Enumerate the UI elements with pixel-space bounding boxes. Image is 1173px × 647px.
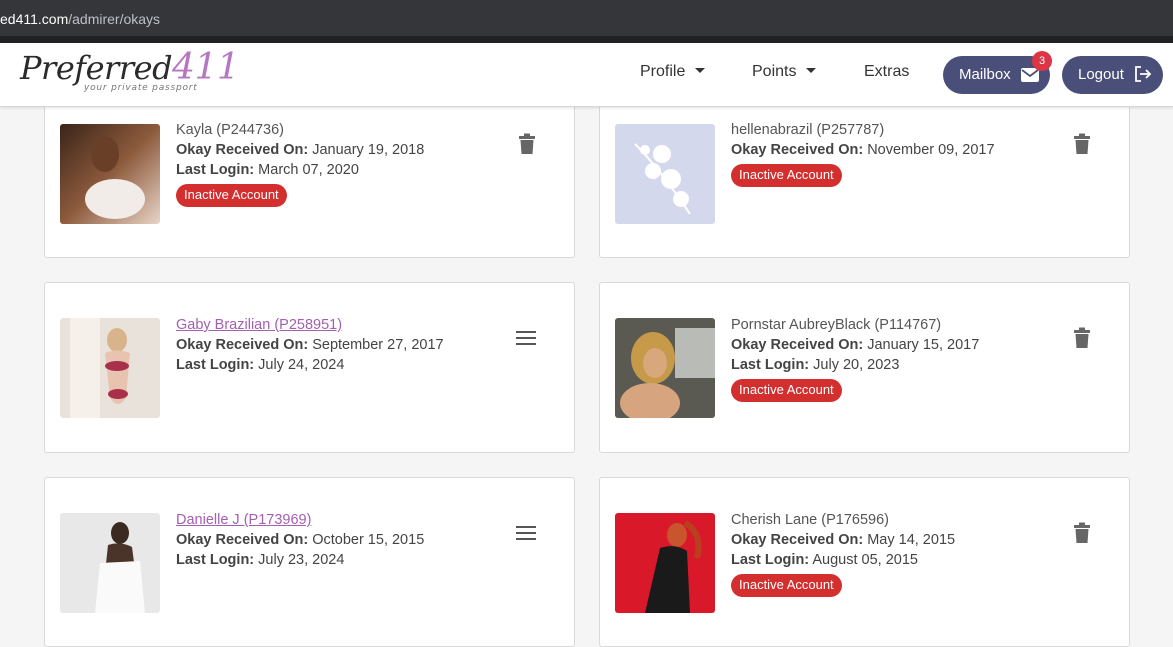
photo-placeholder <box>60 318 160 418</box>
last-login-date: August 05, 2015 <box>812 552 918 568</box>
okay-card: Pornstar AubreyBlack (P114767) Okay Rece… <box>599 282 1130 453</box>
last-login-row: Last Login: July 20, 2023 <box>731 355 979 375</box>
okay-received-row: Okay Received On: May 14, 2015 <box>731 530 955 550</box>
photo-placeholder <box>60 513 160 613</box>
okay-received-date: November 09, 2017 <box>867 142 995 158</box>
profile-menu-label: Profile <box>640 63 686 80</box>
flower-placeholder-icon <box>615 124 715 224</box>
logout-icon <box>1135 66 1152 82</box>
member-name: Pornstar AubreyBlack (P114767) <box>731 317 942 333</box>
trash-icon[interactable] <box>517 133 537 155</box>
points-menu-label: Points <box>752 63 797 80</box>
last-login-row: Last Login: August 05, 2015 <box>731 550 955 570</box>
last-login-row: Last Login: July 23, 2024 <box>176 550 424 570</box>
url-path: /admirer/okays <box>68 11 161 27</box>
member-name-link[interactable]: Danielle J (P173969) <box>176 510 424 530</box>
last-login-label: Last Login: <box>176 357 255 373</box>
address-bar[interactable]: ed411.com/admirer/okays <box>0 0 1173 36</box>
last-login-row: Last Login: March 07, 2020 <box>176 160 424 180</box>
profile-photo[interactable] <box>60 318 160 418</box>
profile-photo[interactable] <box>60 513 160 613</box>
okay-received-row: Okay Received On: January 19, 2018 <box>176 140 424 160</box>
member-name: hellenabrazil (P257787) <box>731 122 885 138</box>
last-login-label: Last Login: <box>176 552 255 568</box>
inactive-account-badge: Inactive Account <box>731 379 842 402</box>
photo-placeholder <box>60 124 160 224</box>
card-info: Pornstar AubreyBlack (P114767) Okay Rece… <box>731 315 979 402</box>
chevron-down-icon <box>695 68 706 73</box>
browser-strip <box>0 36 1173 43</box>
last-login-date: July 24, 2024 <box>258 357 345 373</box>
last-login-label: Last Login: <box>176 162 255 178</box>
okay-received-label: Okay Received On: <box>176 337 309 353</box>
extras-menu[interactable]: Extras <box>864 63 909 81</box>
card-info: Cherish Lane (P176596) Okay Received On:… <box>731 510 955 597</box>
menu-icon[interactable] <box>516 327 536 349</box>
okay-received-row: Okay Received On: October 15, 2015 <box>176 530 424 550</box>
profile-menu[interactable]: Profile <box>640 63 706 81</box>
member-name-link[interactable]: Gaby Brazilian (P258951) <box>176 315 444 335</box>
okay-received-date: January 19, 2018 <box>312 142 425 158</box>
logo-wordmark: Preferred411 <box>20 47 240 88</box>
okay-received-date: September 27, 2017 <box>312 337 444 353</box>
okay-received-label: Okay Received On: <box>731 142 864 158</box>
okay-card: Danielle J (P173969) Okay Received On: O… <box>44 477 575 647</box>
member-name: Cherish Lane (P176596) <box>731 512 889 528</box>
menu-icon[interactable] <box>516 522 536 544</box>
profile-photo[interactable] <box>615 513 715 613</box>
inactive-account-badge: Inactive Account <box>176 184 287 207</box>
url-host: ed411.com <box>0 11 69 27</box>
logo-number: 411 <box>172 47 240 88</box>
last-login-label: Last Login: <box>731 357 810 373</box>
profile-photo[interactable] <box>60 124 160 224</box>
last-login-date: March 07, 2020 <box>258 162 359 178</box>
okay-received-row: Okay Received On: November 09, 2017 <box>731 140 995 160</box>
logout-button[interactable]: Logout <box>1062 56 1163 94</box>
card-info: Danielle J (P173969) Okay Received On: O… <box>176 510 424 570</box>
site-logo[interactable]: Preferred411 your private passport <box>20 47 240 97</box>
okay-received-row: Okay Received On: January 15, 2017 <box>731 335 979 355</box>
card-info: hellenabrazil (P257787) Okay Received On… <box>731 120 995 187</box>
last-login-row: Last Login: July 24, 2024 <box>176 355 444 375</box>
photo-placeholder <box>615 318 715 418</box>
okay-received-date: October 15, 2015 <box>312 532 425 548</box>
logout-label: Logout <box>1078 66 1124 83</box>
member-name: Kayla (P244736) <box>176 122 285 138</box>
extras-menu-label: Extras <box>864 63 910 80</box>
inactive-account-badge: Inactive Account <box>731 574 842 597</box>
card-info: Gaby Brazilian (P258951) Okay Received O… <box>176 315 444 375</box>
okay-received-date: May 14, 2015 <box>867 532 956 548</box>
mailbox-count-badge: 3 <box>1032 51 1052 71</box>
mailbox-label: Mailbox <box>959 66 1011 83</box>
envelope-icon <box>1020 68 1039 82</box>
last-login-date: July 20, 2023 <box>813 357 900 373</box>
points-menu[interactable]: Points <box>752 63 817 81</box>
trash-icon[interactable] <box>1072 522 1092 544</box>
okay-received-label: Okay Received On: <box>731 337 864 353</box>
last-login-date: July 23, 2024 <box>258 552 345 568</box>
trash-icon[interactable] <box>1072 327 1092 349</box>
okay-received-label: Okay Received On: <box>176 532 309 548</box>
mailbox-button[interactable]: Mailbox 3 <box>943 51 1052 94</box>
okay-received-row: Okay Received On: September 27, 2017 <box>176 335 444 355</box>
okay-received-label: Okay Received On: <box>176 142 309 158</box>
profile-photo[interactable] <box>615 124 715 224</box>
photo-placeholder <box>615 513 715 613</box>
chevron-down-icon <box>806 68 817 73</box>
top-navbar: Preferred411 your private passport Profi… <box>0 43 1173 107</box>
logo-tagline: your private passport <box>84 83 198 93</box>
inactive-account-badge: Inactive Account <box>731 164 842 187</box>
okay-received-label: Okay Received On: <box>731 532 864 548</box>
trash-icon[interactable] <box>1072 133 1092 155</box>
okay-card: Gaby Brazilian (P258951) Okay Received O… <box>44 282 575 453</box>
okay-card: Kayla (P244736) Okay Received On: Januar… <box>44 90 575 258</box>
profile-photo[interactable] <box>615 318 715 418</box>
card-info: Kayla (P244736) Okay Received On: Januar… <box>176 120 424 207</box>
okay-card: Cherish Lane (P176596) Okay Received On:… <box>599 477 1130 647</box>
okay-received-date: January 15, 2017 <box>867 337 980 353</box>
last-login-label: Last Login: <box>731 552 810 568</box>
okay-card: hellenabrazil (P257787) Okay Received On… <box>599 90 1130 258</box>
logo-text: Preferred <box>20 49 173 87</box>
